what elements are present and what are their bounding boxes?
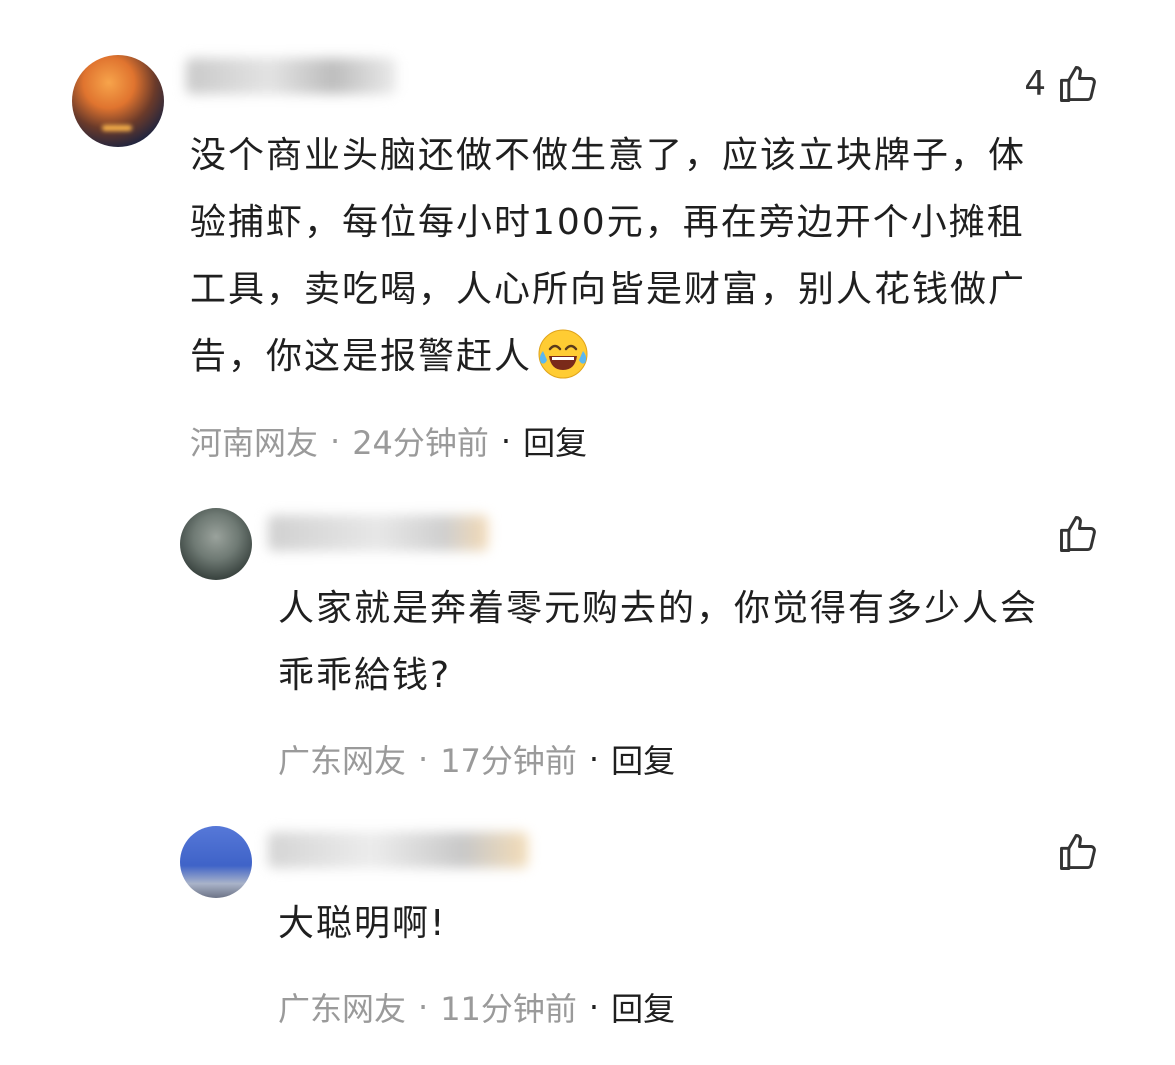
like-count: 4 [1024, 64, 1046, 104]
comment-meta: 广东网友 · 17分钟前 · 回复 [278, 736, 675, 782]
thumbs-up-icon [1060, 834, 1096, 870]
comment-meta: 广东网友 · 11分钟前 · 回复 [278, 984, 675, 1030]
timestamp: 24分钟前 [352, 424, 489, 462]
separator: · [418, 988, 429, 1026]
comment-text: 没个商业头脑还做不做生意了，应该立块牌子，体验捕虾，每位每小时100元，再在旁边… [190, 122, 1050, 390]
separator: · [500, 422, 512, 460]
like-button[interactable] [1056, 830, 1100, 874]
separator: · [588, 988, 600, 1026]
username-blurred[interactable] [268, 832, 528, 868]
thumbs-up-icon [1060, 516, 1096, 552]
comment-text: 人家就是奔着零元购去的，你觉得有多少人会乖乖給钱? [278, 588, 1039, 696]
laughing-tears-emoji [538, 329, 588, 379]
reply-button[interactable]: 回复 [611, 984, 675, 1030]
reply-button[interactable]: 回复 [523, 418, 587, 464]
location: 广东网友 [278, 990, 407, 1028]
timestamp: 11分钟前 [440, 990, 577, 1028]
location: 河南网友 [190, 424, 319, 462]
timestamp: 17分钟前 [440, 742, 577, 780]
thumbs-up-icon [1060, 66, 1096, 102]
comment-text: 大聪明啊! [278, 903, 447, 944]
separator: · [588, 740, 600, 778]
like-button[interactable]: 4 [1024, 62, 1100, 106]
reply-button[interactable]: 回复 [611, 736, 675, 782]
username-blurred[interactable] [268, 515, 488, 551]
comment-meta: 河南网友 · 24分钟前 · 回复 [190, 418, 587, 464]
separator: · [418, 740, 429, 778]
location: 广东网友 [278, 742, 407, 780]
avatar[interactable] [72, 55, 164, 147]
separator: · [330, 422, 341, 460]
username-blurred[interactable] [186, 58, 396, 94]
like-button[interactable] [1056, 512, 1100, 556]
avatar[interactable] [180, 508, 252, 580]
avatar[interactable] [180, 826, 252, 898]
